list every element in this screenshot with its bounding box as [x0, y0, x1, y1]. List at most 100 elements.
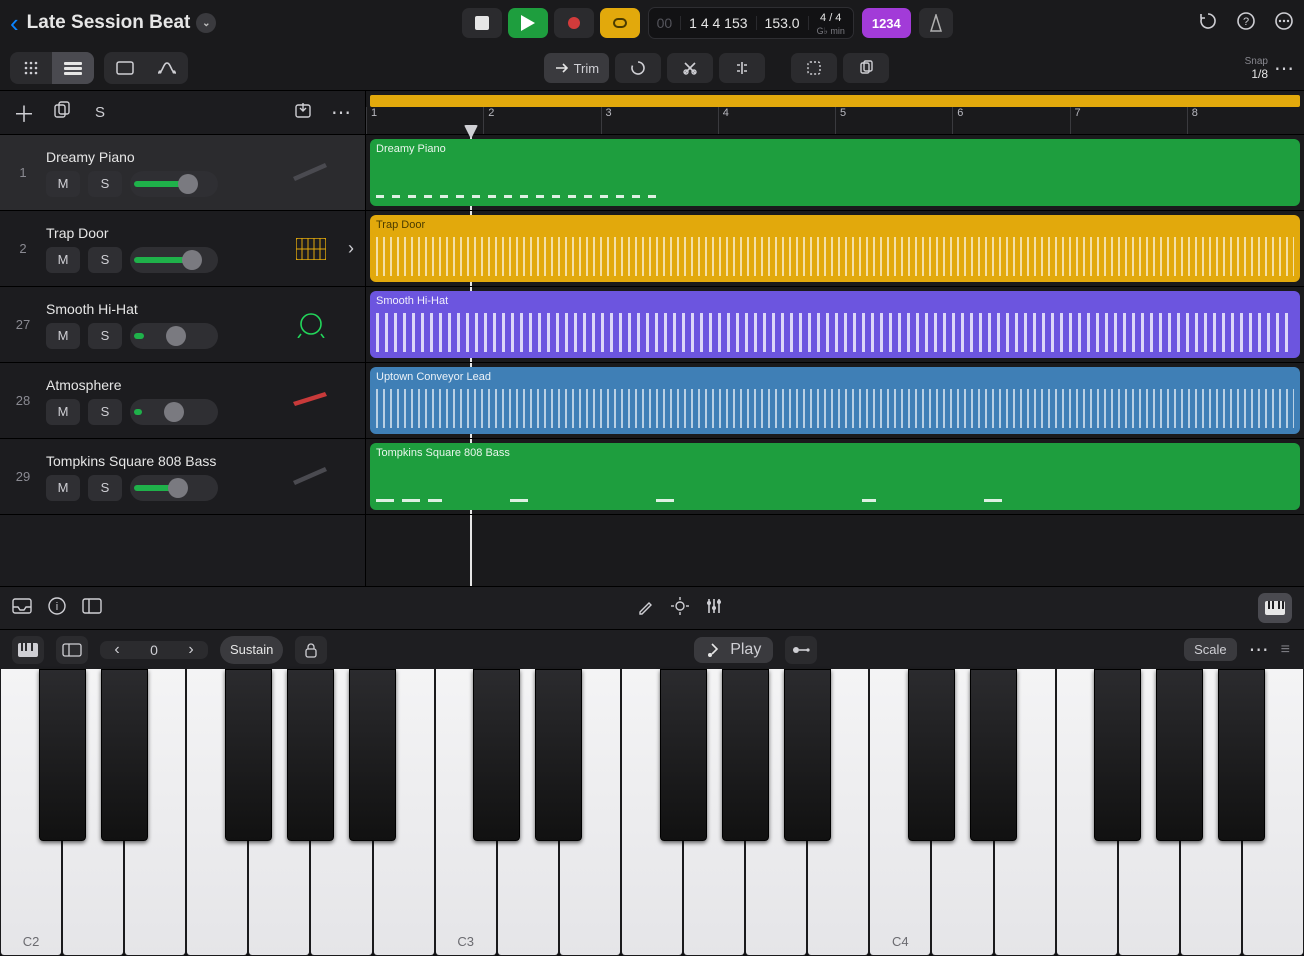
- volume-slider[interactable]: [130, 171, 218, 197]
- solo-button[interactable]: S: [88, 171, 122, 197]
- solo-button[interactable]: S: [88, 323, 122, 349]
- play-mode-button[interactable]: Play: [694, 637, 773, 663]
- solo-button[interactable]: S: [88, 247, 122, 273]
- marquee-tool-button[interactable]: [791, 53, 837, 83]
- track-index: 28: [0, 393, 46, 408]
- track-row[interactable]: 1 Dreamy Piano M S: [0, 135, 365, 211]
- split-tool-button[interactable]: [719, 53, 765, 83]
- mute-button[interactable]: M: [46, 475, 80, 501]
- undo-icon[interactable]: [1198, 11, 1218, 36]
- scale-button[interactable]: Scale: [1184, 638, 1237, 661]
- region[interactable]: Dreamy Piano: [370, 139, 1300, 206]
- black-key[interactable]: [1218, 669, 1265, 841]
- volume-slider[interactable]: [130, 399, 218, 425]
- black-key[interactable]: [1156, 669, 1203, 841]
- keyboard-panel-button[interactable]: [1258, 593, 1292, 623]
- kbd-more-icon[interactable]: ⋯: [1249, 637, 1269, 662]
- track-head-more-icon[interactable]: ⋯: [327, 100, 355, 125]
- black-key[interactable]: [908, 669, 955, 841]
- region[interactable]: Tompkins Square 808 Bass: [370, 443, 1300, 510]
- black-key[interactable]: [39, 669, 86, 841]
- play-mode-label: Play: [730, 641, 761, 659]
- loop-tool-button[interactable]: [615, 53, 661, 83]
- black-key[interactable]: [101, 669, 148, 841]
- region[interactable]: Trap Door: [370, 215, 1300, 282]
- octave-up-button[interactable]: ›: [174, 641, 208, 659]
- split-keyboard-button[interactable]: [56, 636, 88, 664]
- brightness-icon[interactable]: [671, 597, 689, 620]
- duplicate-track-button[interactable]: [48, 101, 76, 124]
- back-button[interactable]: ‹: [10, 8, 19, 39]
- black-key[interactable]: [225, 669, 272, 841]
- mute-button[interactable]: M: [46, 171, 80, 197]
- scissors-tool-button[interactable]: [667, 53, 713, 83]
- black-key[interactable]: [660, 669, 707, 841]
- record-button[interactable]: [554, 8, 594, 38]
- lcd-display[interactable]: 00 1 4 4 153 153.0 4 / 4 G♭ min: [648, 7, 854, 39]
- track-import-button[interactable]: [289, 101, 317, 124]
- mute-button[interactable]: M: [46, 247, 80, 273]
- piano-keyboard[interactable]: C2C3C4: [0, 669, 1304, 956]
- track-index: 2: [0, 241, 46, 256]
- track-row[interactable]: 28 Atmosphere M S ›: [0, 363, 365, 439]
- volume-slider[interactable]: [130, 475, 218, 501]
- track-name: Tompkins Square 808 Bass: [46, 453, 277, 469]
- add-track-button[interactable]: ＋: [10, 97, 38, 129]
- automation-button[interactable]: [146, 52, 188, 84]
- pencil-icon[interactable]: [637, 597, 655, 620]
- solo-button[interactable]: S: [88, 399, 122, 425]
- black-key[interactable]: [1094, 669, 1141, 841]
- lock-icon[interactable]: [295, 636, 327, 664]
- panel-layout-icon[interactable]: [82, 598, 102, 619]
- black-key[interactable]: [722, 669, 769, 841]
- track-row[interactable]: 27 Smooth Hi-Hat M S ›: [0, 287, 365, 363]
- volume-slider[interactable]: [130, 323, 218, 349]
- count-in-chip[interactable]: 1234: [862, 8, 911, 38]
- glissando-icon[interactable]: [785, 636, 817, 664]
- chevron-right-icon[interactable]: ›: [337, 238, 365, 259]
- keyboard-type-button[interactable]: [12, 636, 44, 664]
- mute-button[interactable]: M: [46, 323, 80, 349]
- view-tracks-button[interactable]: [52, 52, 94, 84]
- solo-button[interactable]: S: [88, 475, 122, 501]
- toolbar-more-icon[interactable]: ⋯: [1274, 56, 1294, 81]
- copy-tool-button[interactable]: [843, 53, 889, 83]
- more-icon[interactable]: [1274, 11, 1294, 36]
- project-title[interactable]: Late Session Beat ⌄: [27, 12, 217, 34]
- black-key[interactable]: [349, 669, 396, 841]
- region-inspector-button[interactable]: [104, 52, 146, 84]
- inbox-icon[interactable]: [12, 598, 32, 619]
- play-button[interactable]: [508, 8, 548, 38]
- region[interactable]: Uptown Conveyor Lead: [370, 367, 1300, 434]
- octave-down-button[interactable]: ‹: [100, 641, 134, 659]
- view-grid-button[interactable]: [10, 52, 52, 84]
- mute-button[interactable]: M: [46, 399, 80, 425]
- ruler-bar: 8: [1187, 107, 1198, 134]
- region[interactable]: Smooth Hi-Hat: [370, 291, 1300, 358]
- drag-handle-icon[interactable]: ≡: [1281, 641, 1292, 659]
- region-title: Dreamy Piano: [376, 143, 1294, 155]
- trim-tool-button[interactable]: Trim: [544, 53, 610, 83]
- snap-label-block[interactable]: Snap 1/8: [1245, 56, 1268, 80]
- cycle-range[interactable]: [370, 95, 1300, 107]
- track-row[interactable]: 29 Tompkins Square 808 Bass M S ›: [0, 439, 365, 515]
- info-icon[interactable]: i: [48, 597, 66, 620]
- black-key[interactable]: [970, 669, 1017, 841]
- black-key[interactable]: [473, 669, 520, 841]
- snap-value: 1/8: [1245, 68, 1268, 80]
- global-solo-button[interactable]: S: [86, 104, 114, 121]
- help-icon[interactable]: ?: [1236, 11, 1256, 36]
- black-key[interactable]: [287, 669, 334, 841]
- sustain-button[interactable]: Sustain: [220, 636, 283, 664]
- track-row[interactable]: 2 Trap Door M S ›: [0, 211, 365, 287]
- metronome-button[interactable]: [919, 8, 953, 38]
- instrument-icon: [285, 381, 337, 421]
- stop-button[interactable]: [462, 8, 502, 38]
- sliders-icon[interactable]: [705, 597, 723, 620]
- timeline-ruler[interactable]: 123456789: [366, 91, 1304, 135]
- cycle-button[interactable]: [600, 8, 640, 38]
- volume-slider[interactable]: [130, 247, 218, 273]
- black-key[interactable]: [535, 669, 582, 841]
- instrument-icon: [285, 305, 337, 345]
- black-key[interactable]: [784, 669, 831, 841]
